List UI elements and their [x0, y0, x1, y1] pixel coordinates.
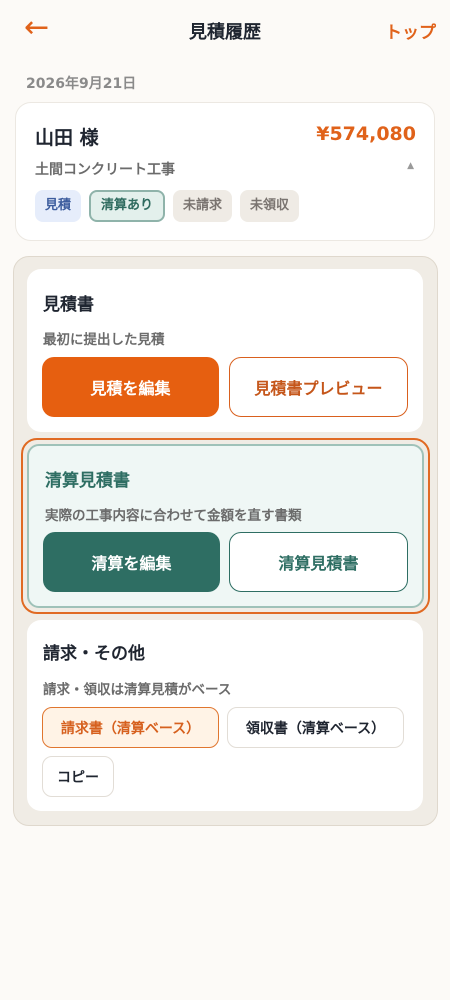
settlement-estimate-button[interactable]: 清算見積書	[229, 532, 408, 592]
tag-settled: 清算あり	[89, 190, 166, 222]
settlement-section: 清算見積書 実際の工事内容に合わせて金額を直す書類 清算を編集 清算見積書	[27, 444, 424, 608]
header: ← 見積履歴 トップ	[0, 0, 450, 60]
other-section: 請求・その他 請求・領収は清算見積がベース 請求書（清算ベース） 領収書（清算ベ…	[27, 620, 423, 811]
estimate-summary-card[interactable]: 山田 様 ¥574,080 土間コンクリート工事 ▲ 見積 清算あり 未請求 未…	[15, 102, 435, 241]
receipt-button[interactable]: 領収書（清算ベース）	[227, 707, 404, 748]
top-link[interactable]: トップ	[385, 18, 436, 43]
edit-settlement-button[interactable]: 清算を編集	[43, 532, 220, 592]
section-title: 清算見積書	[45, 471, 130, 491]
page-title: 見積履歴	[189, 22, 261, 43]
estimate-section: 見積書 最初に提出した見積 見積を編集 見積書プレビュー	[27, 269, 423, 432]
collapse-icon[interactable]: ▲	[407, 161, 414, 171]
date-label: 2026年9月21日	[26, 76, 137, 92]
tag-unreceipted: 未領収	[240, 190, 300, 222]
section-title: 見積書	[43, 295, 94, 315]
status-tags: 見積 清算あり 未請求 未領収	[35, 190, 300, 222]
project-name: 土間コンクリート工事	[35, 162, 175, 178]
customer-name: 山田 様	[35, 127, 99, 149]
section-title: 請求・その他	[43, 644, 145, 664]
total-amount: ¥574,080	[316, 123, 416, 145]
section-description: 実際の工事内容に合わせて金額を直す書類	[45, 508, 302, 524]
copy-button[interactable]: コピー	[42, 756, 114, 797]
tag-estimate: 見積	[35, 190, 82, 222]
estimate-preview-button[interactable]: 見積書プレビュー	[229, 357, 408, 417]
tag-unbilled: 未請求	[173, 190, 233, 222]
edit-estimate-button[interactable]: 見積を編集	[42, 357, 219, 417]
invoice-button[interactable]: 請求書（清算ベース）	[42, 707, 219, 748]
section-description: 最初に提出した見積	[43, 332, 165, 348]
section-description: 請求・領収は清算見積がベース	[43, 682, 232, 698]
